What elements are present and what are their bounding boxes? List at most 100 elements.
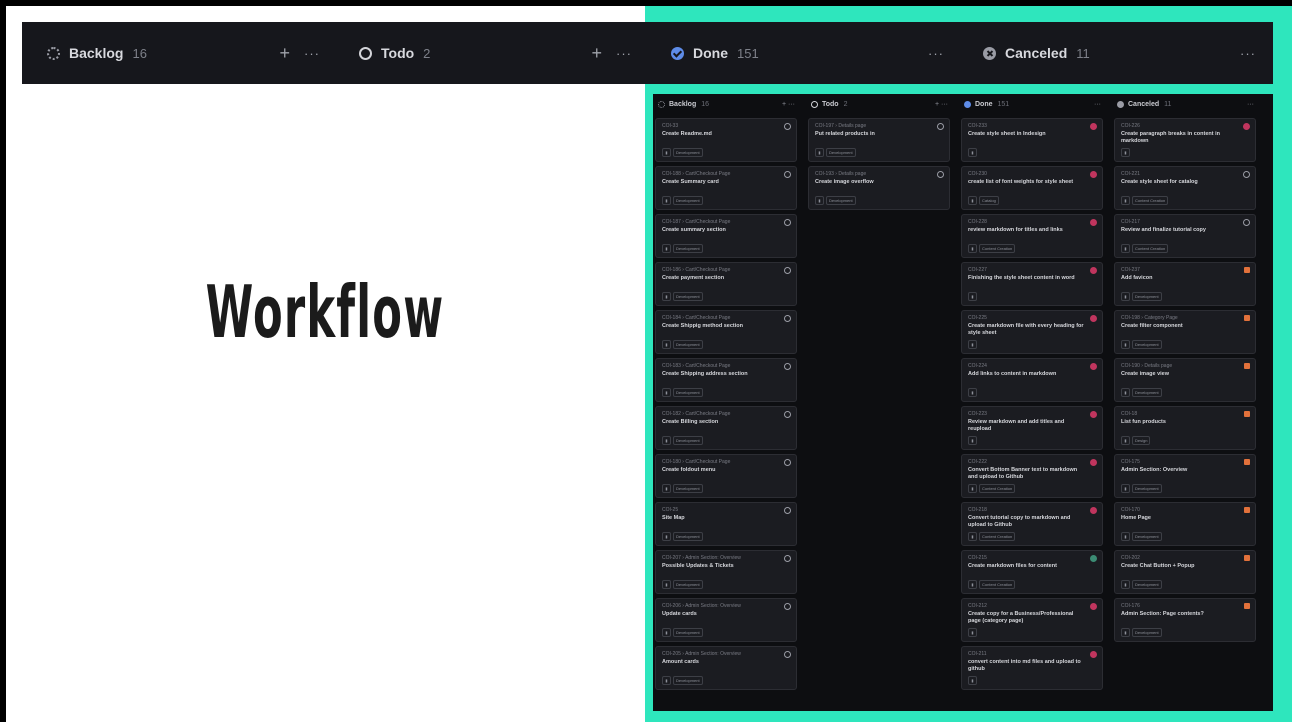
issue-card[interactable]: COI-205 › Admin Section: Overview Amount … bbox=[655, 646, 797, 690]
issue-card[interactable]: COI-225 Create markdown file with every h… bbox=[961, 310, 1103, 354]
assignee-avatar-icon[interactable] bbox=[784, 363, 791, 370]
assignee-avatar-icon[interactable] bbox=[1243, 171, 1250, 178]
assignee-avatar-icon[interactable] bbox=[784, 603, 791, 610]
label-tag[interactable]: Development bbox=[673, 244, 703, 253]
more-options-button[interactable]: ··· bbox=[304, 46, 320, 61]
priority-icon[interactable]: ▮ bbox=[662, 676, 671, 685]
priority-icon[interactable]: ▮ bbox=[662, 388, 671, 397]
label-tag[interactable]: Design bbox=[1132, 436, 1151, 445]
priority-icon[interactable]: ▮ bbox=[968, 580, 977, 589]
label-tag[interactable]: Development bbox=[673, 388, 703, 397]
column-actions[interactable]: + ··· bbox=[935, 101, 948, 108]
more-options-button[interactable]: ··· bbox=[928, 46, 944, 61]
assignee-avatar-icon[interactable] bbox=[1244, 411, 1250, 417]
issue-card[interactable]: COI-180 › Cart/Checkout Page Create foldo… bbox=[655, 454, 797, 498]
label-tag[interactable]: Development bbox=[1132, 580, 1162, 589]
issue-card[interactable]: COI-176 Admin Section: Page contents? ▮ Dev… bbox=[1114, 598, 1256, 642]
priority-icon[interactable]: ▮ bbox=[1121, 580, 1130, 589]
priority-icon[interactable]: ▮ bbox=[968, 676, 977, 685]
issue-card[interactable]: COI-193 › Details page Create image overf… bbox=[808, 166, 950, 210]
label-tag[interactable]: Development bbox=[826, 148, 856, 157]
priority-icon[interactable]: ▮ bbox=[1121, 628, 1130, 637]
issue-card[interactable]: COI-184 › Cart/Checkout Page Create Shipp… bbox=[655, 310, 797, 354]
priority-icon[interactable]: ▮ bbox=[662, 436, 671, 445]
assignee-avatar-icon[interactable] bbox=[784, 507, 791, 514]
assignee-avatar-icon[interactable] bbox=[784, 651, 791, 658]
label-tag[interactable]: Development bbox=[1132, 388, 1162, 397]
assignee-avatar-icon[interactable] bbox=[1244, 603, 1250, 609]
label-tag[interactable]: Content Creation bbox=[1132, 196, 1169, 205]
issue-card[interactable]: COI-198 › Category Page Create filter com… bbox=[1114, 310, 1256, 354]
add-issue-button[interactable]: + bbox=[279, 43, 290, 64]
priority-icon[interactable]: ▮ bbox=[968, 532, 977, 541]
more-options-button[interactable]: ··· bbox=[616, 46, 632, 61]
priority-icon[interactable]: ▮ bbox=[1121, 148, 1130, 157]
priority-icon[interactable]: ▮ bbox=[1121, 196, 1130, 205]
label-tag[interactable]: Development bbox=[673, 340, 703, 349]
label-tag[interactable]: Content Creation bbox=[979, 244, 1016, 253]
issue-card[interactable]: COI-233 Create style sheet in Indesign ▮ bbox=[961, 118, 1103, 162]
priority-icon[interactable]: ▮ bbox=[1121, 532, 1130, 541]
assignee-avatar-icon[interactable] bbox=[784, 171, 791, 178]
assignee-avatar-icon[interactable] bbox=[1090, 411, 1097, 418]
column-actions[interactable]: + ··· bbox=[782, 101, 795, 108]
label-tag[interactable]: Development bbox=[673, 484, 703, 493]
assignee-avatar-icon[interactable] bbox=[784, 459, 791, 466]
issue-card[interactable]: COI-186 › Cart/Checkout Page Create payme… bbox=[655, 262, 797, 306]
label-tag[interactable]: Development bbox=[1132, 532, 1162, 541]
priority-icon[interactable]: ▮ bbox=[968, 340, 977, 349]
assignee-avatar-icon[interactable] bbox=[1243, 123, 1250, 130]
header-column-done[interactable]: Done 151 ··· bbox=[646, 22, 958, 84]
label-tag[interactable]: Development bbox=[673, 580, 703, 589]
issue-card[interactable]: COI-202 Create Chat Button + Popup ▮ Develo… bbox=[1114, 550, 1256, 594]
column-actions[interactable]: ··· bbox=[1094, 101, 1101, 108]
label-tag[interactable]: Development bbox=[673, 292, 703, 301]
issue-card[interactable]: COI-182 › Cart/Checkout Page Create Billi… bbox=[655, 406, 797, 450]
issue-card[interactable]: COI-217 Review and finalize tutorial copy… bbox=[1114, 214, 1256, 258]
issue-card[interactable]: COI-215 Create markdown files for content… bbox=[961, 550, 1103, 594]
label-tag[interactable]: Development bbox=[673, 436, 703, 445]
assignee-avatar-icon[interactable] bbox=[784, 267, 791, 274]
assignee-avatar-icon[interactable] bbox=[1244, 363, 1250, 369]
priority-icon[interactable]: ▮ bbox=[1121, 244, 1130, 253]
priority-icon[interactable]: ▮ bbox=[968, 436, 977, 445]
assignee-avatar-icon[interactable] bbox=[784, 123, 791, 130]
issue-card[interactable]: COI-183 › Cart/Checkout Page Create Shipp… bbox=[655, 358, 797, 402]
priority-icon[interactable]: ▮ bbox=[1121, 484, 1130, 493]
issue-card[interactable]: COI-175 Admin Section: Overview ▮ Developme… bbox=[1114, 454, 1256, 498]
assignee-avatar-icon[interactable] bbox=[784, 219, 791, 226]
header-column-backlog[interactable]: Backlog 16 + ··· bbox=[22, 22, 334, 84]
issue-card[interactable]: COI-207 › Admin Section: Overview Possibl… bbox=[655, 550, 797, 594]
priority-icon[interactable]: ▮ bbox=[662, 484, 671, 493]
issue-card[interactable]: COI-188 › Cart/Checkout Page Create Summa… bbox=[655, 166, 797, 210]
issue-card[interactable]: COI-218 Convert tutorial copy to markdown… bbox=[961, 502, 1103, 546]
assignee-avatar-icon[interactable] bbox=[1090, 603, 1097, 610]
assignee-avatar-icon[interactable] bbox=[1090, 651, 1097, 658]
priority-icon[interactable]: ▮ bbox=[1121, 436, 1130, 445]
column-actions[interactable]: ··· bbox=[1247, 101, 1254, 108]
assignee-avatar-icon[interactable] bbox=[784, 315, 791, 322]
issue-card[interactable]: COI-211 convert content into md files and… bbox=[961, 646, 1103, 690]
assignee-avatar-icon[interactable] bbox=[1090, 507, 1097, 514]
assignee-avatar-icon[interactable] bbox=[1090, 219, 1097, 226]
assignee-avatar-icon[interactable] bbox=[1244, 555, 1250, 561]
issue-card[interactable]: COI-212 Create copy for a Business/Profes… bbox=[961, 598, 1103, 642]
issue-card[interactable]: COI-170 Home Page ▮ Development bbox=[1114, 502, 1256, 546]
priority-icon[interactable]: ▮ bbox=[968, 196, 977, 205]
label-tag[interactable]: Development bbox=[673, 196, 703, 205]
assignee-avatar-icon[interactable] bbox=[937, 123, 944, 130]
label-tag[interactable]: Content Creation bbox=[979, 484, 1016, 493]
label-tag[interactable]: Development bbox=[1132, 340, 1162, 349]
header-column-todo[interactable]: Todo 2 + ··· bbox=[334, 22, 646, 84]
assignee-avatar-icon[interactable] bbox=[1090, 363, 1097, 370]
priority-icon[interactable]: ▮ bbox=[1121, 340, 1130, 349]
assignee-avatar-icon[interactable] bbox=[1243, 219, 1250, 226]
priority-icon[interactable]: ▮ bbox=[968, 244, 977, 253]
assignee-avatar-icon[interactable] bbox=[784, 555, 791, 562]
label-tag[interactable]: Development bbox=[673, 148, 703, 157]
assignee-avatar-icon[interactable] bbox=[784, 411, 791, 418]
priority-icon[interactable]: ▮ bbox=[662, 628, 671, 637]
priority-icon[interactable]: ▮ bbox=[815, 196, 824, 205]
assignee-avatar-icon[interactable] bbox=[1090, 123, 1097, 130]
label-tag[interactable]: Development bbox=[673, 628, 703, 637]
